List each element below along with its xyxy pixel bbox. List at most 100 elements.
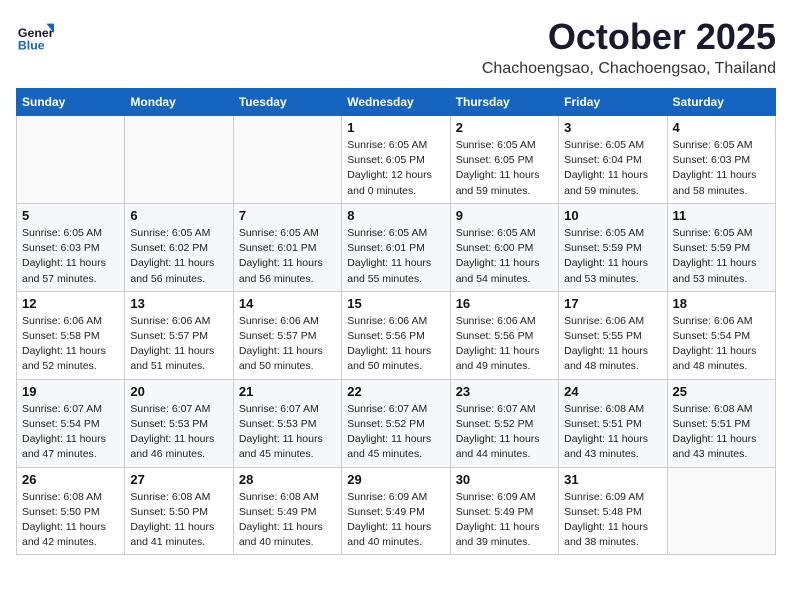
day-number: 11 xyxy=(673,208,770,223)
day-number: 23 xyxy=(456,384,553,399)
day-info: Sunrise: 6:05 AMSunset: 6:04 PMDaylight:… xyxy=(564,138,661,199)
day-number: 22 xyxy=(347,384,444,399)
calendar-cell xyxy=(667,467,775,555)
calendar-cell: 29 Sunrise: 6:09 AMSunset: 5:49 PMDayligh… xyxy=(342,467,450,555)
month-title: October 2025 xyxy=(482,16,776,58)
calendar-cell: 2 Sunrise: 6:05 AMSunset: 6:05 PMDaylight… xyxy=(450,116,558,204)
day-info: Sunrise: 6:05 AMSunset: 5:59 PMDaylight:… xyxy=(673,226,770,287)
calendar-cell: 24Sunrise: 6:08 AMSunset: 5:51 PMDayligh… xyxy=(559,379,667,467)
day-number: 18 xyxy=(673,296,770,311)
day-number: 10 xyxy=(564,208,661,223)
calendar-week-5: 26 Sunrise: 6:08 AMSunset: 5:50 PMDayligh… xyxy=(17,467,776,555)
day-info: Sunrise: 6:05 AMSunset: 6:03 PMDaylight:… xyxy=(22,226,119,287)
calendar-cell xyxy=(125,116,233,204)
day-number: 30 xyxy=(456,472,553,487)
day-info: Sunrise: 6:06 AMSunset: 5:54 PMDaylight:… xyxy=(673,314,770,375)
day-number: 6 xyxy=(130,208,227,223)
calendar-cell: 6 Sunrise: 6:05 AMSunset: 6:02 PMDaylight… xyxy=(125,203,233,291)
day-number: 17 xyxy=(564,296,661,311)
calendar-cell: 23Sunrise: 6:07 AMSunset: 5:52 PMDayligh… xyxy=(450,379,558,467)
calendar-cell: 3 Sunrise: 6:05 AMSunset: 6:04 PMDaylight… xyxy=(559,116,667,204)
calendar-cell: 18 Sunrise: 6:06 AMSunset: 5:54 PMDayligh… xyxy=(667,291,775,379)
weekday-header-friday: Friday xyxy=(559,89,667,116)
day-number: 7 xyxy=(239,208,336,223)
day-info: Sunrise: 6:06 AMSunset: 5:55 PMDaylight:… xyxy=(564,314,661,375)
calendar-cell: 28 Sunrise: 6:08 AMSunset: 5:49 PMDayligh… xyxy=(233,467,341,555)
calendar-table: SundayMondayTuesdayWednesdayThursdayFrid… xyxy=(16,88,776,555)
day-info: Sunrise: 6:06 AMSunset: 5:56 PMDaylight:… xyxy=(456,314,553,375)
calendar-cell: 30 Sunrise: 6:09 AMSunset: 5:49 PMDayligh… xyxy=(450,467,558,555)
day-number: 26 xyxy=(22,472,119,487)
day-number: 8 xyxy=(347,208,444,223)
day-number: 14 xyxy=(239,296,336,311)
day-info: Sunrise: 6:08 AMSunset: 5:49 PMDaylight:… xyxy=(239,490,336,551)
calendar-cell: 25Sunrise: 6:08 AMSunset: 5:51 PMDayligh… xyxy=(667,379,775,467)
day-info: Sunrise: 6:06 AMSunset: 5:58 PMDaylight:… xyxy=(22,314,119,375)
day-info: Sunrise: 6:05 AMSunset: 6:00 PMDaylight:… xyxy=(456,226,553,287)
page-header: General Blue October 2025 Chachoengsao, … xyxy=(16,16,776,78)
day-info: Sunrise: 6:08 AMSunset: 5:50 PMDaylight:… xyxy=(130,490,227,551)
day-number: 29 xyxy=(347,472,444,487)
day-number: 31 xyxy=(564,472,661,487)
weekday-header-monday: Monday xyxy=(125,89,233,116)
day-info: Sunrise: 6:06 AMSunset: 5:57 PMDaylight:… xyxy=(239,314,336,375)
day-number: 4 xyxy=(673,120,770,135)
day-number: 28 xyxy=(239,472,336,487)
day-number: 24 xyxy=(564,384,661,399)
day-info: Sunrise: 6:09 AMSunset: 5:49 PMDaylight:… xyxy=(456,490,553,551)
day-number: 15 xyxy=(347,296,444,311)
day-info: Sunrise: 6:08 AMSunset: 5:51 PMDaylight:… xyxy=(673,402,770,463)
day-info: Sunrise: 6:06 AMSunset: 5:56 PMDaylight:… xyxy=(347,314,444,375)
calendar-cell: 4 Sunrise: 6:05 AMSunset: 6:03 PMDaylight… xyxy=(667,116,775,204)
day-number: 13 xyxy=(130,296,227,311)
calendar-cell: 14 Sunrise: 6:06 AMSunset: 5:57 PMDayligh… xyxy=(233,291,341,379)
day-number: 2 xyxy=(456,120,553,135)
calendar-cell: 12 Sunrise: 6:06 AMSunset: 5:58 PMDayligh… xyxy=(17,291,125,379)
day-number: 1 xyxy=(347,120,444,135)
day-info: Sunrise: 6:05 AMSunset: 6:03 PMDaylight:… xyxy=(673,138,770,199)
day-number: 5 xyxy=(22,208,119,223)
calendar-cell: 13 Sunrise: 6:06 AMSunset: 5:57 PMDayligh… xyxy=(125,291,233,379)
calendar-cell: 31 Sunrise: 6:09 AMSunset: 5:48 PMDayligh… xyxy=(559,467,667,555)
day-info: Sunrise: 6:05 AMSunset: 6:05 PMDaylight:… xyxy=(347,138,444,199)
day-info: Sunrise: 6:08 AMSunset: 5:50 PMDaylight:… xyxy=(22,490,119,551)
calendar-week-2: 5 Sunrise: 6:05 AMSunset: 6:03 PMDaylight… xyxy=(17,203,776,291)
calendar-cell: 11 Sunrise: 6:05 AMSunset: 5:59 PMDayligh… xyxy=(667,203,775,291)
calendar-cell: 26 Sunrise: 6:08 AMSunset: 5:50 PMDayligh… xyxy=(17,467,125,555)
calendar-cell: 5 Sunrise: 6:05 AMSunset: 6:03 PMDaylight… xyxy=(17,203,125,291)
day-info: Sunrise: 6:06 AMSunset: 5:57 PMDaylight:… xyxy=(130,314,227,375)
logo-icon: General Blue xyxy=(16,16,54,54)
calendar-cell: 22 Sunrise: 6:07 AMSunset: 5:52 PMDayligh… xyxy=(342,379,450,467)
day-info: Sunrise: 6:05 AMSunset: 6:01 PMDaylight:… xyxy=(239,226,336,287)
day-info: Sunrise: 6:05 AMSunset: 6:05 PMDaylight:… xyxy=(456,138,553,199)
day-number: 21 xyxy=(239,384,336,399)
day-number: 3 xyxy=(564,120,661,135)
weekday-header-sunday: Sunday xyxy=(17,89,125,116)
calendar-cell: 1 Sunrise: 6:05 AMSunset: 6:05 PMDaylight… xyxy=(342,116,450,204)
calendar-cell: 20 Sunrise: 6:07 AMSunset: 5:53 PMDayligh… xyxy=(125,379,233,467)
day-number: 20 xyxy=(130,384,227,399)
day-number: 12 xyxy=(22,296,119,311)
calendar-cell: 8Sunrise: 6:05 AMSunset: 6:01 PMDaylight… xyxy=(342,203,450,291)
day-info: Sunrise: 6:07 AMSunset: 5:53 PMDaylight:… xyxy=(239,402,336,463)
calendar-cell xyxy=(233,116,341,204)
weekday-header-wednesday: Wednesday xyxy=(342,89,450,116)
day-info: Sunrise: 6:07 AMSunset: 5:53 PMDaylight:… xyxy=(130,402,227,463)
calendar-week-3: 12 Sunrise: 6:06 AMSunset: 5:58 PMDayligh… xyxy=(17,291,776,379)
calendar-cell: 15 Sunrise: 6:06 AMSunset: 5:56 PMDayligh… xyxy=(342,291,450,379)
calendar-cell: 21 Sunrise: 6:07 AMSunset: 5:53 PMDayligh… xyxy=(233,379,341,467)
calendar-cell: 19Sunrise: 6:07 AMSunset: 5:54 PMDayligh… xyxy=(17,379,125,467)
weekday-header-row: SundayMondayTuesdayWednesdayThursdayFrid… xyxy=(17,89,776,116)
day-info: Sunrise: 6:09 AMSunset: 5:49 PMDaylight:… xyxy=(347,490,444,551)
weekday-header-saturday: Saturday xyxy=(667,89,775,116)
day-info: Sunrise: 6:05 AMSunset: 6:02 PMDaylight:… xyxy=(130,226,227,287)
title-block: October 2025 Chachoengsao, Chachoengsao,… xyxy=(482,16,776,78)
day-info: Sunrise: 6:09 AMSunset: 5:48 PMDaylight:… xyxy=(564,490,661,551)
day-number: 16 xyxy=(456,296,553,311)
calendar-cell: 7 Sunrise: 6:05 AMSunset: 6:01 PMDaylight… xyxy=(233,203,341,291)
svg-text:Blue: Blue xyxy=(18,38,45,52)
logo: General Blue xyxy=(16,16,58,54)
day-info: Sunrise: 6:07 AMSunset: 5:52 PMDaylight:… xyxy=(347,402,444,463)
day-number: 9 xyxy=(456,208,553,223)
weekday-header-tuesday: Tuesday xyxy=(233,89,341,116)
